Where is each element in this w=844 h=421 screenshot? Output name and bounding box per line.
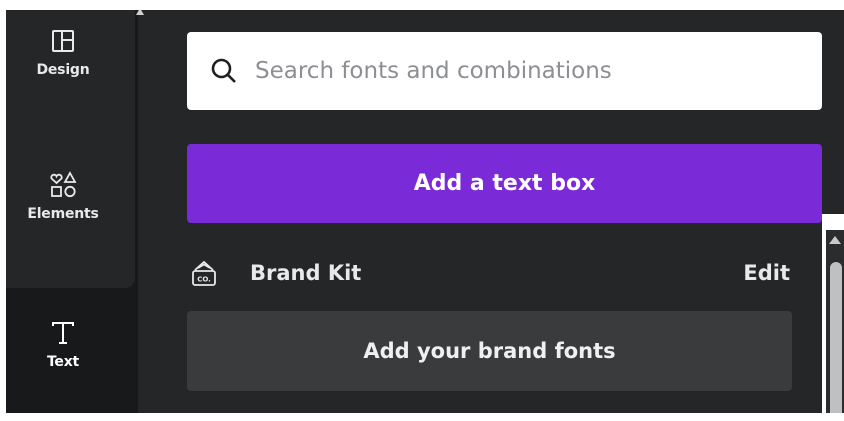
sidebar-item-label: Elements — [27, 206, 99, 222]
sidebar-item-design[interactable]: Design — [6, 26, 120, 78]
text-icon — [50, 318, 76, 348]
frame-left — [0, 10, 6, 421]
text-panel-screen: Design Elements Text Search fonts and co… — [0, 0, 844, 421]
scroll-up-icon[interactable] — [829, 236, 841, 244]
sidebar-item-label: Design — [36, 62, 90, 78]
add-brand-fonts-button[interactable]: Add your brand fonts — [187, 311, 792, 391]
add-text-box-button[interactable]: Add a text box — [187, 144, 822, 223]
shapes-icon — [48, 170, 78, 200]
brand-kit-edit-link[interactable]: Edit — [743, 261, 790, 285]
font-search-box[interactable] — [187, 32, 822, 110]
svg-text:CO.: CO. — [197, 276, 211, 284]
frame-bottom — [0, 413, 844, 421]
frame-top — [0, 0, 844, 10]
search-icon — [209, 56, 239, 86]
brand-kit-icon: CO. — [190, 258, 218, 288]
sidebar-item-label: Text — [46, 354, 80, 370]
scrollbar-thumb[interactable] — [830, 262, 842, 413]
sidebar-item-text[interactable]: Text — [6, 318, 120, 370]
brand-kit-title: Brand Kit — [250, 261, 362, 285]
brand-kit-header: CO. Brand Kit Edit — [190, 250, 790, 296]
sidebar-item-elements[interactable]: Elements — [6, 170, 120, 222]
layout-icon — [51, 26, 75, 56]
search-input[interactable] — [253, 57, 777, 85]
